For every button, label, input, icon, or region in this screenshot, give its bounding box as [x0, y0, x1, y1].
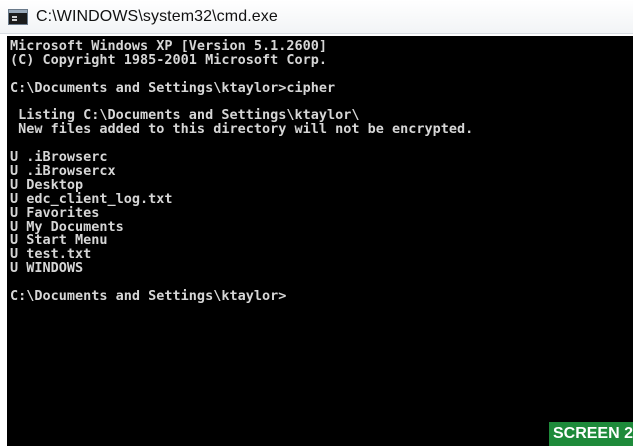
console-line: U edc_client_log.txt [10, 190, 173, 207]
console-icon[interactable] [8, 8, 28, 25]
console-line: U Start Menu [10, 232, 108, 249]
screen-badge: SCREEN 2 [549, 422, 633, 446]
console-line: U .iBrowsercx [10, 163, 116, 180]
console-prompt: C:\Documents and Settings\ktaylor> [10, 288, 287, 305]
console-line: U WINDOWS [10, 260, 84, 277]
title-bar[interactable]: C:\WINDOWS\system32\cmd.exe [0, 0, 633, 34]
console-line: (C) Copyright 1985-2001 Microsoft Corp. [10, 51, 327, 68]
console-line: U test.txt [10, 246, 92, 263]
console-line: New files added to this directory will n… [10, 121, 474, 138]
console-output[interactable]: Microsoft Windows XP [Version 5.1.2600] … [7, 36, 633, 446]
cmd-window: C:\WINDOWS\system32\cmd.exe Microsoft Wi… [0, 0, 633, 446]
console-line: C:\Documents and Settings\ktaylor>cipher [10, 79, 336, 96]
window-title: C:\WINDOWS\system32\cmd.exe [36, 7, 278, 25]
